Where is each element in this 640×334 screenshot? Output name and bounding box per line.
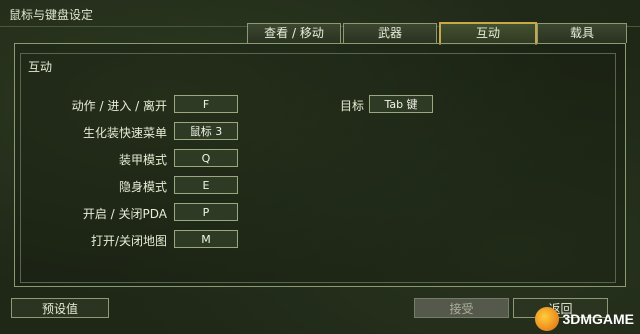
binding-label-cloak-mode: 隐身模式 — [118, 180, 167, 194]
watermark: 3DMGAME — [535, 306, 634, 332]
tab-vehicles[interactable]: 载具 — [537, 23, 627, 43]
window-title: 鼠标与键盘设定 — [9, 8, 94, 22]
watermark-text: 3DMGAME — [562, 311, 634, 327]
binding-label-target: 目标 — [339, 99, 364, 113]
defaults-button[interactable]: 预设值 — [11, 298, 109, 318]
tab-view-move[interactable]: 查看 / 移动 — [247, 23, 341, 43]
binding-key-map[interactable]: M — [174, 230, 238, 248]
tab-interact[interactable]: 互动 — [439, 22, 537, 45]
binding-label-pda: 开启 / 关闭PDA — [82, 207, 167, 221]
binding-key-quick-menu[interactable]: 鼠标 3 — [174, 122, 238, 140]
binding-label-quick-menu: 生化装快速菜单 — [82, 126, 167, 140]
binding-key-pda[interactable]: P — [174, 203, 238, 221]
tab-weapons[interactable]: 武器 — [343, 23, 437, 43]
binding-key-target[interactable]: Tab 键 — [369, 95, 433, 113]
binding-key-armor-mode[interactable]: Q — [174, 149, 238, 167]
binding-label-use: 动作 / 进入 / 离开 — [71, 99, 167, 113]
binding-label-armor-mode: 装甲模式 — [118, 153, 167, 167]
section-title: 互动 — [28, 60, 53, 74]
watermark-logo-icon — [535, 307, 560, 331]
tab-bar: 查看 / 移动 武器 互动 载具 — [0, 22, 640, 45]
binding-label-map: 打开/关闭地图 — [90, 234, 167, 248]
accept-button[interactable]: 接受 — [414, 298, 509, 318]
binding-key-cloak-mode[interactable]: E — [174, 176, 238, 194]
